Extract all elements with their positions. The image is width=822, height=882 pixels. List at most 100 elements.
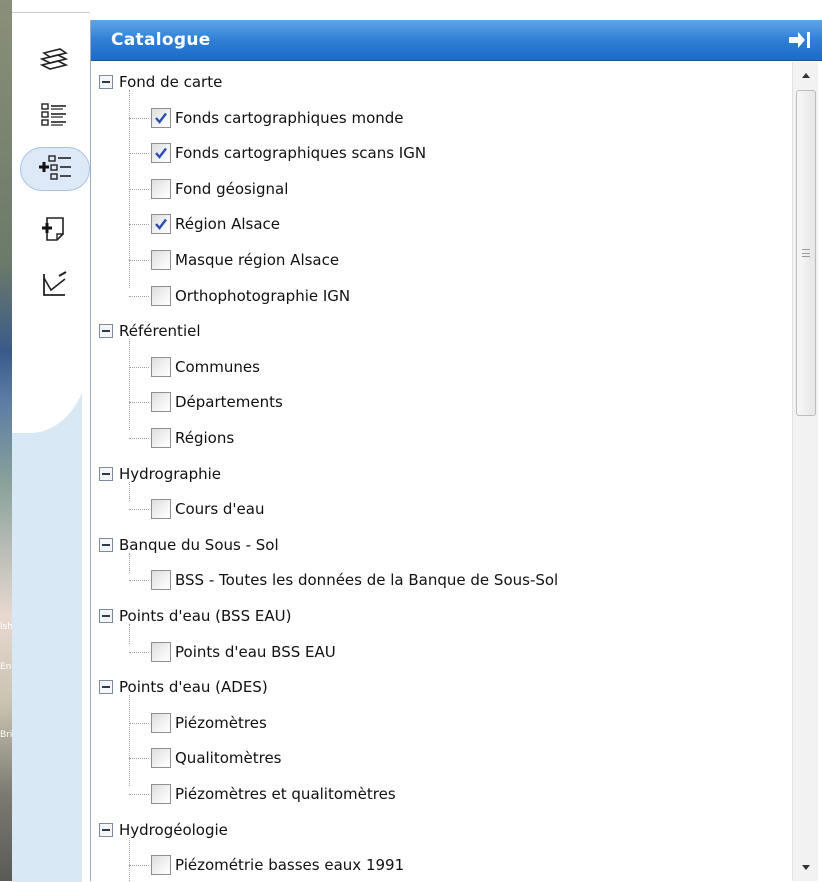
add-layer-list-icon [39, 155, 71, 180]
catalogue-tree: Fond de carte Fonds cartographiques monde… [91, 62, 791, 881]
collapse-panel-button[interactable] [786, 27, 812, 53]
layer-checkbox[interactable] [151, 712, 171, 733]
layer-checkbox[interactable] [151, 250, 171, 270]
tree-group[interactable]: Fond de carte [99, 68, 222, 96]
tree-group-label: Fond de carte [119, 73, 223, 91]
tree-item-label: BSS - Toutes les données de la Banque de… [175, 571, 559, 590]
tree-group[interactable]: Hydrographie [99, 460, 221, 488]
layer-checkbox[interactable] [151, 285, 171, 306]
tree-item-label: Cours d'eau [175, 500, 265, 519]
layer-list-icon [41, 103, 66, 126]
tree-item-label: Fond géosignal [175, 179, 289, 198]
measure-button[interactable] [32, 263, 76, 307]
collapse-toggle-icon[interactable] [99, 680, 113, 695]
catalogue-button[interactable] [20, 147, 90, 191]
add-document-button[interactable] [32, 207, 76, 251]
scroll-up-button[interactable] [793, 62, 819, 88]
layers-icon [39, 48, 69, 70]
tree-item-label: Piézomètres et qualitomètres [175, 785, 396, 803]
layer-checkbox[interactable] [151, 855, 171, 876]
tree-item[interactable]: Départements [151, 388, 283, 416]
scroll-thumb[interactable] [796, 90, 816, 416]
tree-group[interactable]: Hydrogéologie [99, 816, 228, 844]
map-label: Bris [0, 730, 12, 740]
tree-item-label: Communes [175, 357, 260, 376]
layer-list-button[interactable] [32, 93, 76, 137]
collapse-toggle-icon[interactable] [99, 324, 113, 339]
layers-button[interactable] [32, 37, 76, 81]
tree-group[interactable]: Banque du Sous - Sol [99, 531, 279, 559]
tree-item-label: Piézométrie basses eaux 1991 [175, 856, 405, 875]
tree-group-label: Points d'eau (BSS EAU) [119, 607, 292, 625]
layer-checkbox[interactable] [151, 641, 171, 662]
tree-item-label: Fonds cartographiques scans IGN [175, 144, 427, 163]
tree-group-label: Points d'eau (ADES) [119, 678, 268, 697]
tree-item-label: Points d'eau BSS EAU [175, 642, 336, 661]
map-label: lsh [0, 622, 12, 632]
tree-item[interactable]: Piézomètres et qualitomètres [151, 780, 396, 808]
tree-item[interactable]: Fonds cartographiques monde [151, 104, 404, 132]
tree-item[interactable]: Orthophotographie IGN [151, 282, 350, 310]
tree-item-label: Orthophotographie IGN [175, 286, 351, 305]
tree-item[interactable]: Piézométrie basses eaux 1991 [151, 851, 404, 879]
tree-group[interactable]: Points d'eau (ADES) [99, 673, 268, 701]
layer-checkbox[interactable] [151, 143, 171, 164]
arrow-down-icon [802, 865, 810, 870]
collapse-right-icon [789, 32, 810, 48]
collapse-toggle-icon[interactable] [99, 537, 113, 552]
layer-checkbox[interactable] [151, 499, 171, 520]
checkmark-icon [155, 112, 167, 124]
tree-item-label: Qualitomètres [175, 749, 282, 768]
tree-group[interactable]: Points d'eau (BSS EAU) [99, 602, 291, 630]
collapse-toggle-icon[interactable] [99, 822, 113, 837]
tree-scrollbar[interactable] [792, 62, 818, 881]
layer-checkbox[interactable] [151, 392, 171, 413]
tree-group-label: Hydrographie [119, 464, 221, 483]
collapse-toggle-icon[interactable] [99, 466, 113, 481]
tree-item[interactable]: Communes [151, 353, 260, 381]
layer-checkbox[interactable] [151, 570, 171, 591]
tree-item-label: Masque région Alsace [175, 251, 340, 269]
layer-checkbox[interactable] [151, 178, 171, 199]
checkmark-icon [155, 147, 167, 160]
catalogue-panel: Catalogue Fond de carte Fonds cartographi… [90, 20, 822, 881]
tree-item-label: Piézomètres [175, 713, 267, 732]
layer-checkbox[interactable] [151, 107, 171, 128]
tree-group[interactable]: Référentiel [99, 317, 201, 345]
tree-item[interactable]: Cours d'eau [151, 495, 264, 523]
tree-item[interactable]: Régions [151, 424, 234, 452]
layer-checkbox[interactable] [151, 214, 171, 235]
grip-icon [802, 249, 810, 257]
map-label: End [0, 662, 12, 672]
tree-item[interactable]: BSS - Toutes les données de la Banque de… [151, 566, 558, 594]
tree-item[interactable]: Fond géosignal [151, 175, 288, 203]
tree-item[interactable]: Région Alsace [151, 210, 280, 238]
tree-item[interactable]: Points d'eau BSS EAU [151, 638, 336, 666]
tree-item[interactable]: Masque région Alsace [151, 246, 339, 274]
tree-item-label: Régions [175, 429, 235, 447]
layer-checkbox[interactable] [151, 428, 171, 448]
collapse-toggle-icon[interactable] [99, 75, 113, 89]
tree-group-label: Référentiel [119, 322, 201, 341]
collapse-toggle-icon[interactable] [99, 609, 113, 623]
tree-item[interactable]: Fonds cartographiques scans IGN [151, 139, 426, 167]
checkmark-icon [155, 219, 167, 231]
tree-group-label: Banque du Sous - Sol [119, 535, 279, 554]
measure-icon [43, 271, 67, 296]
panel-title: Catalogue [111, 30, 211, 50]
left-toolbar [12, 12, 90, 882]
tree-item-label: Fonds cartographiques monde [175, 108, 404, 127]
layer-checkbox[interactable] [151, 784, 171, 804]
tree-group-label: Hydrogéologie [119, 820, 228, 839]
tree-item-label: Départements [175, 393, 283, 412]
layer-checkbox[interactable] [151, 748, 171, 769]
scroll-down-button[interactable] [793, 855, 819, 881]
map-background[interactable]: lsh End Bris [0, 0, 12, 881]
add-document-icon [42, 217, 64, 241]
layer-checkbox[interactable] [151, 356, 171, 377]
panel-header: Catalogue [91, 20, 822, 61]
tree-item[interactable]: Piézomètres [151, 709, 267, 737]
tree-item[interactable]: Qualitomètres [151, 744, 282, 772]
tree-item-label: Région Alsace [175, 215, 281, 234]
arrow-up-icon [802, 73, 810, 78]
